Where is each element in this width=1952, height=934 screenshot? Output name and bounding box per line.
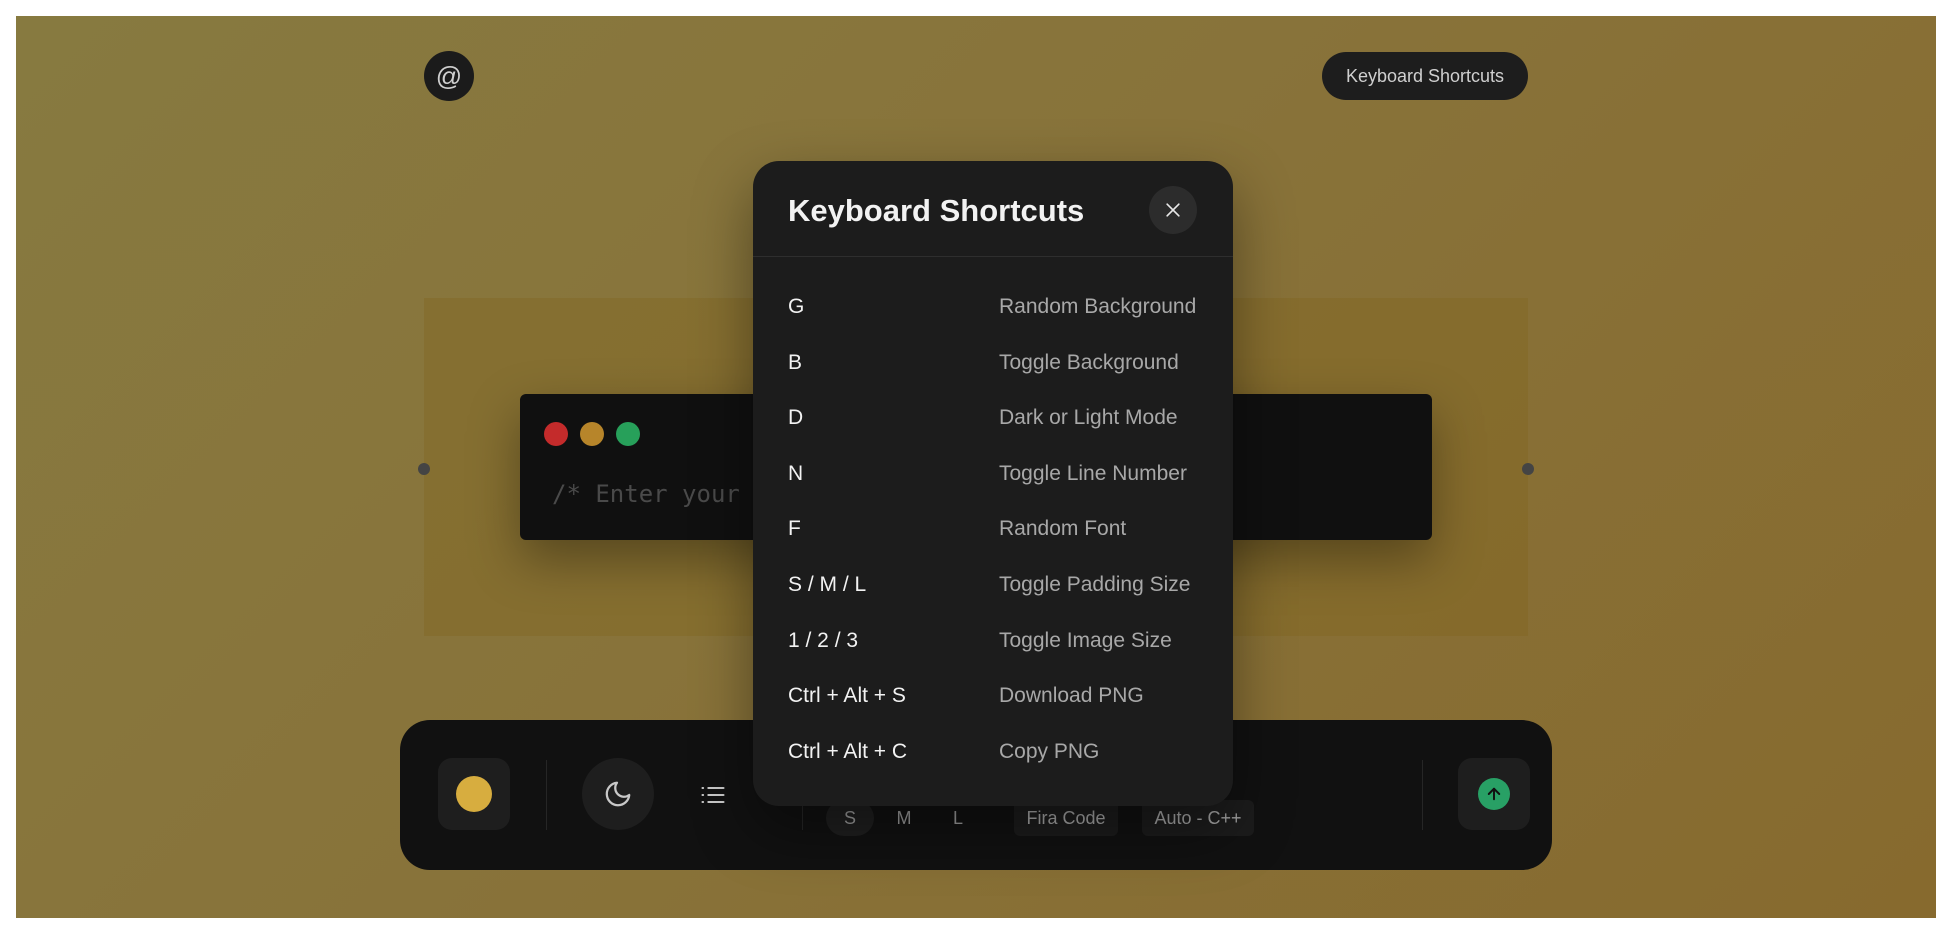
toolbar-divider	[546, 760, 547, 830]
window-minimize-dot	[580, 422, 604, 446]
shortcut-action: Random Background	[999, 295, 1197, 318]
window-maximize-dot	[616, 422, 640, 446]
shortcut-key: 1 / 2 / 3	[788, 628, 859, 652]
shortcut-key: Ctrl + Alt + S	[788, 684, 906, 708]
shortcut-key: Ctrl + Alt + C	[788, 739, 908, 763]
shortcut-key: B	[788, 350, 803, 374]
app-canvas: @ Keyboard Shortcuts /* Enter your e	[16, 16, 1936, 918]
line-number-toggle[interactable]	[696, 778, 730, 812]
shortcut-row: F Random Font	[753, 503, 1233, 559]
modal-title: Keyboard Shortcuts	[788, 193, 1085, 228]
dark-mode-toggle[interactable]	[582, 758, 654, 830]
window-close-dot	[544, 422, 568, 446]
shortcut-list: G Random Background B Toggle Background …	[753, 281, 1233, 781]
keyboard-shortcuts-button[interactable]: Keyboard Shortcuts	[1322, 52, 1528, 100]
shortcut-row: S / M / L Toggle Padding Size	[753, 559, 1233, 615]
modal-close-button[interactable]	[1149, 186, 1197, 234]
shortcut-row: B Toggle Background	[753, 337, 1233, 393]
moon-icon	[605, 781, 631, 807]
at-sign-button[interactable]: @	[424, 51, 474, 101]
shortcut-row: Ctrl + Alt + S Download PNG	[753, 670, 1233, 726]
shortcut-action: Toggle Image Size	[999, 628, 1172, 652]
at-sign-icon: @	[435, 60, 463, 91]
shortcut-action: Copy PNG	[999, 739, 1100, 763]
list-icon	[701, 786, 725, 804]
resize-handle-left[interactable]	[418, 463, 430, 475]
shortcut-row: Ctrl + Alt + C Copy PNG	[753, 726, 1233, 782]
shortcut-key: F	[788, 517, 801, 541]
shortcut-action: Toggle Padding Size	[999, 572, 1191, 596]
shortcut-key: G	[788, 295, 805, 318]
shortcut-action: Random Font	[999, 517, 1127, 541]
shortcut-row: G Random Background	[753, 281, 1233, 337]
shortcut-row: N Toggle Line Number	[753, 448, 1233, 504]
export-circle	[1478, 778, 1510, 810]
shortcut-action: Download PNG	[999, 684, 1144, 708]
shortcut-row: D Dark or Light Mode	[753, 392, 1233, 448]
background-swatch	[456, 776, 492, 812]
shortcut-action: Dark or Light Mode	[999, 406, 1178, 430]
shortcut-key: S / M / L	[788, 572, 867, 596]
toolbar-divider	[1422, 760, 1423, 830]
close-icon	[1166, 203, 1180, 217]
code-editor[interactable]: /* Enter your	[552, 480, 740, 508]
modal-header: Keyboard Shortcuts	[753, 161, 1233, 257]
resize-handle-right[interactable]	[1522, 463, 1534, 475]
arrow-up-icon	[1487, 787, 1501, 801]
keyboard-shortcuts-modal: Keyboard Shortcuts G Random Background B…	[753, 161, 1233, 806]
keyboard-shortcuts-button-label: Keyboard Shortcuts	[1345, 65, 1505, 86]
shortcut-key: D	[788, 406, 804, 430]
shortcut-row: 1 / 2 / 3 Toggle Image Size	[753, 615, 1233, 671]
background-color-button[interactable]	[438, 758, 510, 830]
export-button[interactable]	[1458, 758, 1530, 830]
shortcut-action: Toggle Line Number	[999, 461, 1187, 485]
shortcut-action: Toggle Background	[999, 350, 1179, 374]
shortcut-key: N	[788, 461, 804, 485]
